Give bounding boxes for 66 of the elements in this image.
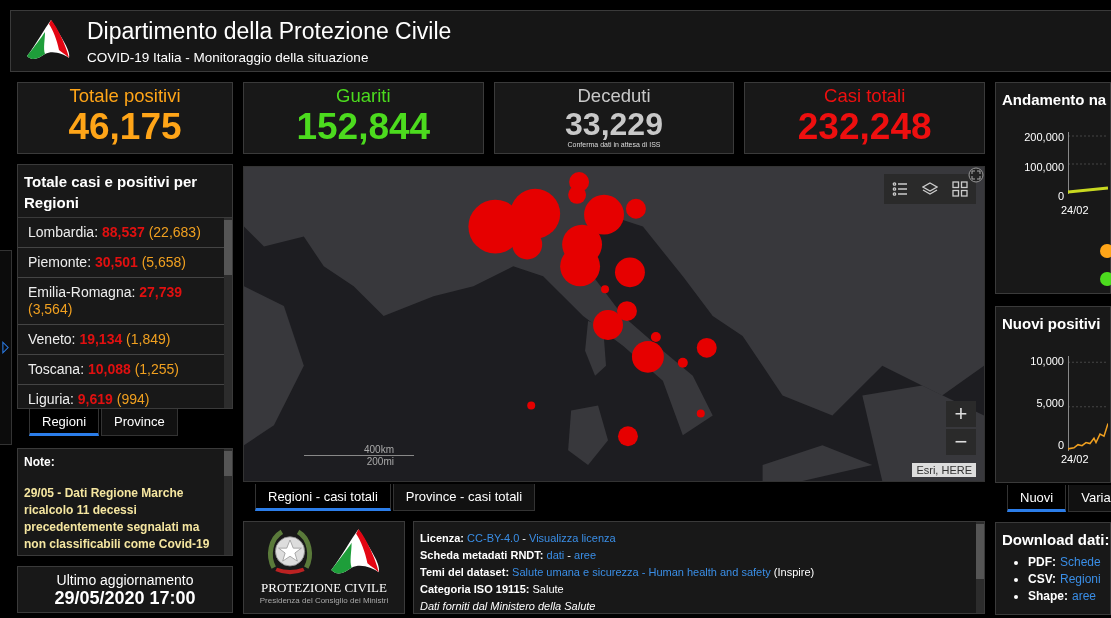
download-label: Shape: (1028, 588, 1068, 605)
tab[interactable]: Province (101, 409, 178, 436)
panel-title: Andamento na (1001, 90, 1108, 110)
info-line: Dati forniti dal Ministero della Salute (420, 599, 597, 614)
axis-label: 24/02 (1061, 204, 1090, 216)
stat-label: Casi totali (824, 85, 906, 107)
stat-label: Totale positivi (69, 85, 181, 107)
bullet-icon (1014, 577, 1018, 582)
link[interactable]: Salute umana e sicurezza - Human health and safety (512, 566, 771, 578)
link[interactable]: aree (1072, 588, 1097, 605)
link[interactable]: Schede (1060, 554, 1101, 571)
axis-label: 100,000 (1024, 161, 1064, 173)
grid-icon[interactable] (952, 181, 968, 197)
page-subtitle: COVID-19 Italia - Monitoraggio della situazione (87, 49, 370, 65)
update-label: Ultimo aggiornamento (55, 572, 195, 588)
tab[interactable]: Province - casi totali (392, 484, 536, 511)
info-line: Scheda metadati RNDT: dati - aree (420, 548, 598, 563)
note-text: 29/05 - Dati Regione Marche ricalcolo 11 decessi precedentemente segnalati ma non classificabili come Covid-19 (24, 485, 211, 553)
axis-label: 0 (1057, 191, 1064, 202)
stat-value: 33,229 (565, 107, 663, 141)
stat-label: Guariti (336, 85, 391, 107)
axis-label: 200,000 (1024, 132, 1064, 143)
panel-title: Nuovi positivi (1001, 314, 1102, 334)
info-line: Categoria ISO 19115: Salute (420, 582, 565, 597)
bullet-icon (1014, 594, 1018, 599)
stat-value: 46,175 (68, 107, 182, 147)
download-label: CSV: (1028, 571, 1056, 588)
link[interactable]: Visualizza licenza (529, 532, 616, 544)
info-line: Licenza: CC-BY-4.0 - Visualizza licenza (420, 531, 617, 546)
tab[interactable]: Nuovi (1007, 485, 1067, 512)
list-icon[interactable] (892, 181, 908, 197)
info-line: Temi del dataset: Salute umana e sicurezza - Human health and safety (Inspire) (420, 565, 816, 580)
tab[interactable]: Regioni (29, 409, 100, 436)
axis-label: 0 (1057, 440, 1064, 451)
axis-label: 5,000 (1036, 398, 1064, 409)
page-title: Dipartimento della Protezione Civile (87, 17, 452, 45)
zoom-in-button[interactable]: + (946, 401, 976, 427)
logo-text: PROTEZIONE CIVILE (261, 580, 387, 596)
note-title: Note: (24, 455, 56, 469)
axis-label: 24/02 (1061, 453, 1090, 465)
map-attribution: Esri, HERE (912, 463, 976, 477)
link[interactable]: CC-BY-4.0 (467, 532, 520, 544)
tab[interactable]: Regioni - casi totali (255, 484, 391, 511)
layers-icon[interactable] (922, 181, 938, 197)
triangle-icon (2, 341, 9, 354)
link[interactable]: dati (546, 549, 565, 561)
panel-title: Totale casi e positivi per Regioni (23, 172, 199, 213)
zoom-out-button[interactable]: − (946, 429, 976, 455)
stat-value: 232,248 (797, 107, 932, 147)
link[interactable]: aree (574, 549, 597, 561)
scrollbar[interactable] (976, 522, 984, 613)
axis-label: 10,000 (1030, 356, 1064, 367)
panel-title: Download dati: (1001, 530, 1110, 550)
link[interactable]: Regioni (1060, 571, 1101, 588)
tab[interactable]: Varia (1068, 485, 1111, 512)
scrollbar[interactable] (224, 218, 232, 408)
logo-subtext: Presidenza del Consiglio dei Ministri (259, 596, 389, 605)
update-time: 29/05/2020 17:00 (53, 588, 197, 609)
scale-label: 400km (363, 444, 395, 455)
scrollbar[interactable] (224, 449, 232, 555)
stat-value: 152,844 (296, 107, 431, 147)
scale-label: 200mi (365, 456, 395, 467)
bullet-icon (1014, 560, 1018, 565)
expand-icon[interactable] (968, 167, 984, 183)
stat-label: Deceduti (577, 85, 651, 107)
download-label: PDF: (1028, 554, 1056, 571)
